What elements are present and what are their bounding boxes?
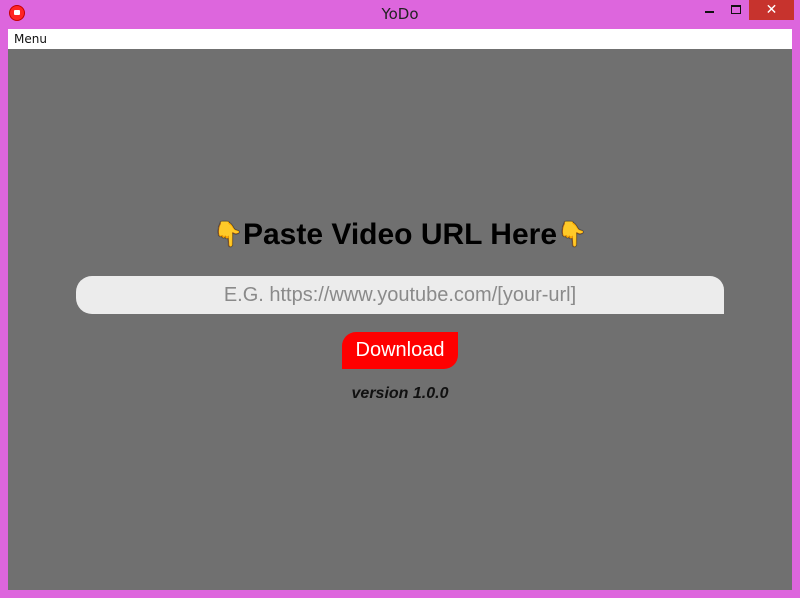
menu-bar: Menu	[8, 29, 792, 49]
video-url-input[interactable]	[76, 276, 724, 314]
page-heading: 👇Paste Video URL Here👇	[8, 218, 792, 252]
main-panel: 👇Paste Video URL Here👇 Download version …	[8, 49, 792, 590]
title-bar[interactable]: YoDo ✕	[0, 0, 800, 29]
download-button[interactable]: Download	[342, 332, 458, 369]
pointing-down-hand-icon: 👇	[213, 221, 243, 248]
app-window: YoDo ✕ Menu 👇Paste Video URL Here👇 Downl…	[0, 0, 800, 598]
minimize-button[interactable]	[695, 0, 723, 20]
menu-item-menu[interactable]: Menu	[14, 32, 47, 46]
maximize-button[interactable]	[723, 0, 749, 20]
version-label: version 1.0.0	[351, 385, 449, 402]
heading-text: Paste Video URL Here	[242, 218, 558, 251]
window-title: YoDo	[381, 5, 419, 23]
pointing-down-hand-icon: 👇	[557, 221, 587, 248]
close-button[interactable]: ✕	[749, 0, 794, 20]
